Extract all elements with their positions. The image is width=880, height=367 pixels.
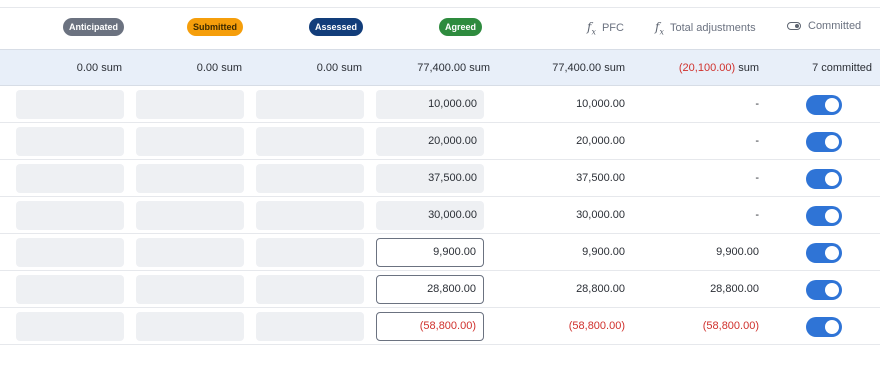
badge-anticipated[interactable]: Anticipated xyxy=(63,18,125,36)
adjustment-value: 9,900.00 xyxy=(716,246,759,258)
table-row: 20,000.00 20,000.00 - xyxy=(0,123,880,160)
table-row: 10,000.00 10,000.00 - xyxy=(0,86,880,123)
submitted-cell[interactable] xyxy=(136,127,244,156)
assessed-cell[interactable] xyxy=(256,312,364,341)
committed-toggle[interactable] xyxy=(806,243,842,263)
badge-agreed[interactable]: Agreed xyxy=(439,18,483,36)
table-row: (58,800.00) (58,800.00) (58,800.00) xyxy=(0,308,880,345)
agreed-input[interactable]: 28,800.00 xyxy=(376,275,484,304)
anticipated-cell[interactable] xyxy=(16,164,124,193)
assessed-cell[interactable] xyxy=(256,275,364,304)
committed-toggle[interactable] xyxy=(806,132,842,152)
agreed-cell[interactable]: 20,000.00 xyxy=(376,127,484,156)
adjustment-value: - xyxy=(755,135,759,147)
table-row: 37,500.00 37,500.00 - xyxy=(0,160,880,197)
column-header-committed[interactable]: Committed xyxy=(787,20,861,32)
agreed-cell[interactable]: 30,000.00 xyxy=(376,201,484,230)
table-row: 28,800.00 28,800.00 28,800.00 xyxy=(0,271,880,308)
assessed-cell[interactable] xyxy=(256,164,364,193)
committed-toggle[interactable] xyxy=(806,317,842,337)
submitted-cell[interactable] xyxy=(136,90,244,119)
table-header: Anticipated Submitted Assessed Agreed fx… xyxy=(0,8,880,49)
anticipated-cell[interactable] xyxy=(16,312,124,341)
badge-assessed[interactable]: Assessed xyxy=(309,18,364,36)
assessed-cell[interactable] xyxy=(256,201,364,230)
anticipated-cell[interactable] xyxy=(16,275,124,304)
summary-row: 0.00 sum 0.00 sum 0.00 sum 77,400.00 sum… xyxy=(0,49,880,86)
submitted-cell[interactable] xyxy=(136,275,244,304)
anticipated-cell[interactable] xyxy=(16,238,124,267)
committed-toggle[interactable] xyxy=(806,280,842,300)
summary-assessed: 0.00 sum xyxy=(316,62,362,74)
summary-submitted: 0.00 sum xyxy=(196,62,242,74)
anticipated-cell[interactable] xyxy=(16,127,124,156)
summary-total-adjustments: (20,100.00) sum xyxy=(679,62,759,74)
anticipated-cell[interactable] xyxy=(16,90,124,119)
column-header-total-adjustments[interactable]: fx Total adjustments xyxy=(655,20,756,36)
pfc-value: (58,800.00) xyxy=(568,320,625,332)
assessed-cell[interactable] xyxy=(256,127,364,156)
committed-toggle[interactable] xyxy=(806,95,842,115)
pfc-value: 9,900.00 xyxy=(582,246,625,258)
summary-total-adjustments-value: (20,100.00) xyxy=(678,62,736,74)
submitted-cell[interactable] xyxy=(136,201,244,230)
committed-toggle[interactable] xyxy=(806,169,842,189)
column-header-total-adjustments-label: Total adjustments xyxy=(669,22,756,35)
summary-total-adjustments-suffix: sum xyxy=(735,62,759,74)
adjustment-value: - xyxy=(755,209,759,221)
pfc-value: 30,000.00 xyxy=(576,209,625,221)
agreed-cell[interactable]: 10,000.00 xyxy=(376,90,484,119)
summary-committed: 7 committed xyxy=(812,62,872,74)
pfc-value: 28,800.00 xyxy=(576,283,625,295)
column-header-committed-label: Committed xyxy=(808,20,862,32)
summary-agreed: 77,400.00 sum xyxy=(417,62,490,74)
adjustment-value: - xyxy=(755,172,759,184)
table-row: 9,900.00 9,900.00 9,900.00 xyxy=(0,234,880,271)
adjustment-value: 28,800.00 xyxy=(710,283,759,295)
pfc-value: 20,000.00 xyxy=(576,135,625,147)
submitted-cell[interactable] xyxy=(136,312,244,341)
pfc-value: 37,500.00 xyxy=(576,172,625,184)
submitted-cell[interactable] xyxy=(136,164,244,193)
assessed-cell[interactable] xyxy=(256,238,364,267)
toggle-icon xyxy=(787,22,801,30)
assessed-cell[interactable] xyxy=(256,90,364,119)
anticipated-cell[interactable] xyxy=(16,201,124,230)
agreed-cell[interactable]: 37,500.00 xyxy=(376,164,484,193)
pfc-value: 10,000.00 xyxy=(576,98,625,110)
column-header-pfc[interactable]: fx PFC xyxy=(587,20,624,36)
agreed-input[interactable]: 9,900.00 xyxy=(376,238,484,267)
adjustment-value: (58,800.00) xyxy=(702,320,759,332)
committed-toggle[interactable] xyxy=(806,206,842,226)
fx-formula-icon: fx xyxy=(587,20,596,37)
adjustment-value: - xyxy=(755,98,759,110)
column-header-pfc-label: PFC xyxy=(601,22,624,35)
table-row: 30,000.00 30,000.00 - xyxy=(0,197,880,234)
summary-anticipated: 0.00 sum xyxy=(76,62,122,74)
agreed-input[interactable]: (58,800.00) xyxy=(376,312,484,341)
summary-pfc: 77,400.00 sum xyxy=(552,62,625,74)
fx-formula-icon: fx xyxy=(655,20,664,37)
submitted-cell[interactable] xyxy=(136,238,244,267)
badge-submitted[interactable]: Submitted xyxy=(187,18,243,36)
